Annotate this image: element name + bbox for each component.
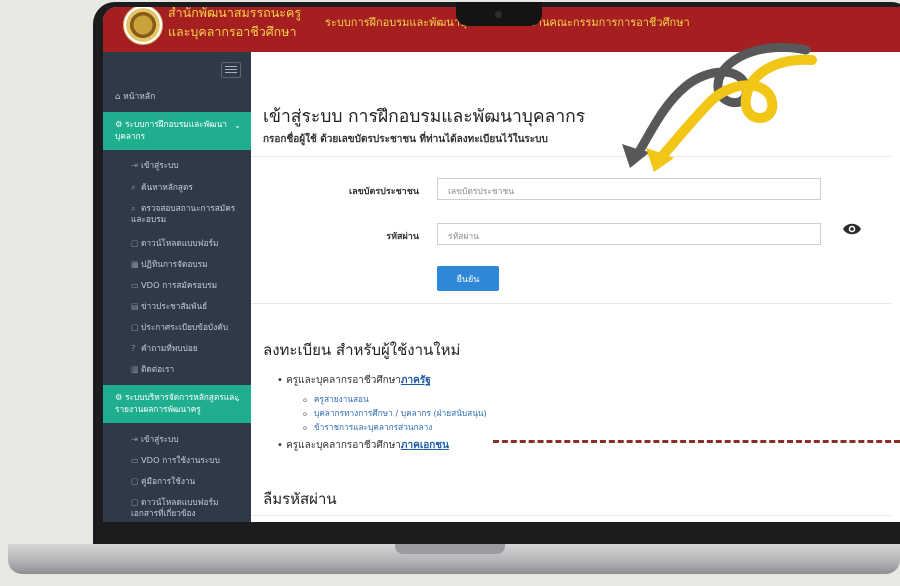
sidebar-item-news[interactable]: ▤ ข่าวประชาสัมพันธ์ — [131, 301, 207, 312]
sidebar-item-label: ข่าวประชาสัมพันธ์ — [141, 301, 208, 311]
camera-notch — [456, 2, 542, 26]
divider — [251, 515, 891, 516]
chevron-down-icon: ⌄ — [234, 393, 241, 403]
sidebar-item-download-forms[interactable]: ▢ ดาวน์โหลดแบบฟอร์ม — [131, 238, 218, 249]
search-icon: ⌕ — [131, 182, 136, 192]
eye-icon[interactable] — [842, 222, 862, 236]
gov-sub-link[interactable]: ครูสายงานสอน — [303, 392, 369, 406]
news-icon: ▤ — [131, 301, 139, 311]
menu-toggle-icon[interactable] — [221, 62, 241, 78]
contact-icon: ▥ — [131, 364, 139, 374]
dashed-pointer-line — [493, 440, 900, 443]
sidebar-item-label: เข้าสู่ระบบ — [141, 434, 179, 444]
sidebar-item-label: VDO การใช้งานระบบ — [141, 455, 220, 465]
sidebar-item-check-status[interactable]: ⌕ ตรวจสอบสถานะการสมัครและอบรม — [131, 203, 243, 225]
sidebar-item-label: ตรวจสอบสถานะการสมัครและอบรม — [131, 203, 236, 224]
login-icon: ⇥ — [131, 434, 138, 444]
document-icon: ▢ — [131, 497, 139, 507]
search-icon: ⌕ — [131, 203, 136, 213]
divider — [251, 303, 891, 304]
gov-sub-link[interactable]: ข้าราชการและบุคลากรส่วนกลาง — [303, 420, 432, 434]
org-logo-icon[interactable] — [123, 7, 163, 45]
login-icon: ⇥ — [131, 160, 138, 170]
sidebar-item-label: ดาวน์โหลดแบบฟอร์มเอกสารที่เกี่ยวข้อง — [131, 497, 219, 518]
submit-button[interactable]: ยืนยัน — [437, 266, 499, 291]
password-input[interactable]: รหัสผ่าน — [437, 223, 821, 245]
chevron-down-icon: ⌄ — [234, 120, 241, 130]
calendar-icon: ▦ — [131, 259, 139, 269]
sidebar-item-faq[interactable]: ? คำถามที่พบบ่อย — [131, 343, 198, 354]
curly-arrow-icon — [622, 42, 817, 172]
sidebar-item-label: ติดต่อเรา — [141, 364, 175, 374]
sidebar-item-download-docs[interactable]: ▢ ดาวน์โหลดแบบฟอร์มเอกสารที่เกี่ยวข้อง — [131, 497, 243, 519]
question-icon: ? — [131, 343, 136, 353]
sidebar-item-label: เข้าสู่ระบบ — [141, 160, 179, 170]
register-private-item: • ครูและบุคลากรอาชีวศึกษาภาคเอกชน — [277, 440, 449, 451]
gear-icon: ⚙ — [115, 119, 123, 129]
sidebar-item-vdo-usage[interactable]: ▭ VDO การใช้งานระบบ — [131, 455, 220, 466]
sidebar-item-label: คำถามที่พบบ่อย — [141, 343, 198, 353]
sidebar-item-vdo-register[interactable]: ▭ VDO การสมัครอบรม — [131, 280, 217, 291]
gov-sub-link[interactable]: บุคลากรทางการศึกษา / บุคลากร (ฝ่ายสนับสน… — [303, 406, 487, 420]
password-label: รหัสผ่าน — [386, 232, 419, 242]
home-icon: ⌂ — [115, 92, 121, 102]
login-hint: กรอกชื่อผู้ใช้ ด้วยเลขบัตรประชาชน ที่ท่า… — [263, 134, 548, 145]
laptop-hinge — [395, 544, 505, 554]
video-icon: ▭ — [131, 455, 139, 465]
gear-icon: ⚙ — [115, 392, 123, 402]
document-icon: ▢ — [131, 476, 139, 486]
register-title: ลงทะเบียน สำหรับผู้ใช้งานใหม่ — [263, 341, 461, 359]
sidebar: ⌂ หน้าหลัก ⚙ ระบบการฝึกอบรมและพัฒนาบุคลา… — [103, 52, 251, 522]
sidebar-item-home[interactable]: ⌂ หน้าหลัก — [115, 89, 155, 103]
sidebar-section-label: ระบบการฝึกอบรมและพัฒนาบุคลากร — [115, 119, 227, 141]
sidebar-item-manual[interactable]: ▢ คู่มือการใช้งาน — [131, 476, 195, 487]
register-gov-item: • ครูและบุคลากรอาชีวศึกษาภาครัฐ — [277, 375, 431, 386]
id-label: เลขบัตรประชาชน — [349, 187, 419, 197]
sidebar-item-contact[interactable]: ▥ ติดต่อเรา — [131, 364, 174, 375]
sidebar-item-label: ดาวน์โหลดแบบฟอร์ม — [141, 238, 219, 248]
sidebar-item-label: ปฏิทินการจัดอบรม — [141, 259, 208, 269]
video-icon: ▭ — [131, 280, 139, 290]
sidebar-section-course-admin[interactable]: ⚙ ระบบบริหารจัดการหลักสูตรและรายงานผลการ… — [103, 385, 251, 423]
sidebar-item-label: ประกาศระเบียบข้อบังคับ — [141, 322, 229, 332]
camera-icon — [495, 11, 502, 18]
sidebar-item-regulations[interactable]: ▢ ประกาศระเบียบข้อบังคับ — [131, 322, 228, 333]
org-name-line2: และบุคลากรอาชีวศึกษา — [168, 24, 297, 39]
sidebar-item-label: ค้นหาหลักสูตร — [141, 182, 193, 192]
sidebar-item-login[interactable]: ⇥ เข้าสู่ระบบ — [131, 160, 179, 171]
forgot-password-title: ลืมรหัสผ่าน — [263, 490, 337, 508]
document-icon: ▢ — [131, 238, 139, 248]
sidebar-item-label: คู่มือการใช้งาน — [141, 476, 196, 486]
page-title: เข้าสู่ระบบ การฝึกอบรมและพัฒนาบุคลากร — [263, 107, 586, 127]
sidebar-item-search-course[interactable]: ⌕ ค้นหาหลักสูตร — [131, 182, 193, 193]
sidebar-item-label: VDO การสมัครอบรม — [141, 280, 218, 290]
gov-register-link[interactable]: ภาครัฐ — [401, 375, 431, 386]
sidebar-item-calendar[interactable]: ▦ ปฏิทินการจัดอบรม — [131, 259, 208, 270]
sidebar-item-admin-login[interactable]: ⇥ เข้าสู่ระบบ — [131, 434, 179, 445]
sidebar-section-training[interactable]: ⚙ ระบบการฝึกอบรมและพัฒนาบุคลากร ⌄ — [103, 112, 251, 150]
org-name-line1: สำนักพัฒนาสมรรถนะครู — [168, 7, 302, 20]
sidebar-item-label: หน้าหลัก — [123, 92, 156, 102]
private-register-link[interactable]: ภาคเอกชน — [401, 440, 449, 451]
document-icon: ▢ — [131, 322, 139, 332]
sidebar-section-label: ระบบบริหารจัดการหลักสูตรและรายงานผลการพั… — [115, 392, 239, 414]
